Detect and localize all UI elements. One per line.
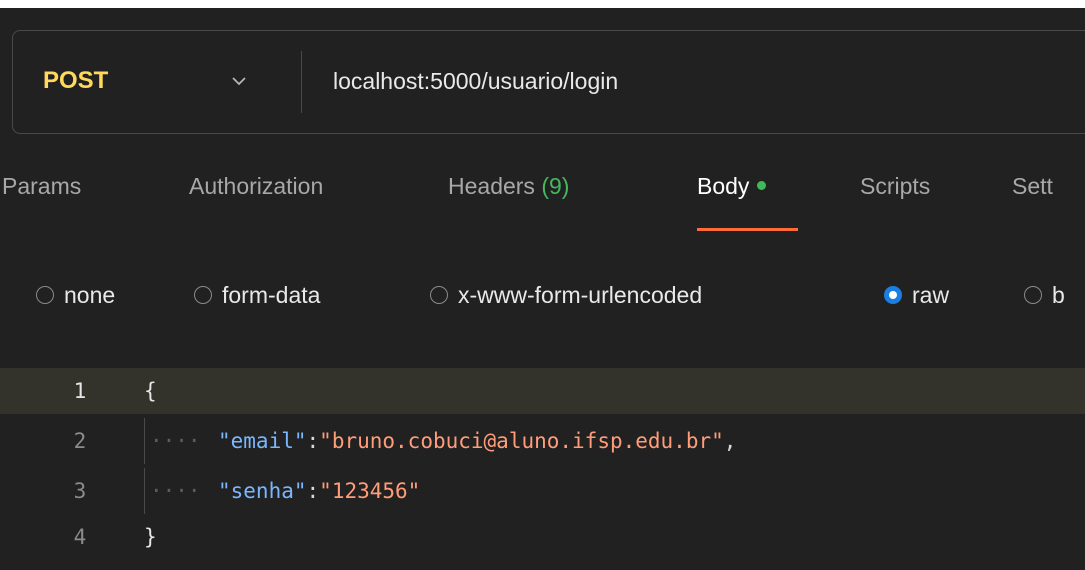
tab-body-label: Body — [697, 173, 750, 199]
code-line: 2 ···· "email":"bruno.cobuci@aluno.ifsp.… — [0, 418, 1085, 464]
whitespace-marker: ···· — [150, 429, 201, 453]
json-comma: , — [723, 429, 737, 453]
body-type-radio-group: none form-data x-www-form-urlencoded raw… — [0, 280, 1085, 312]
json-close-brace: } — [144, 525, 157, 549]
json-string-value: "bruno.cobuci@aluno.ifsp.edu.br" — [319, 429, 724, 453]
code-line: 1 { — [0, 368, 1085, 414]
line-number: 2 — [73, 429, 87, 453]
tab-scripts-label: Scripts — [860, 173, 931, 199]
radio-form-data-circle — [194, 286, 212, 304]
line-number: 3 — [73, 479, 87, 503]
green-dot-icon — [757, 181, 767, 191]
indent-guide — [144, 468, 145, 514]
radio-raw-circle — [884, 286, 902, 304]
tab-params-label: Params — [2, 173, 82, 199]
tab-body[interactable]: Body — [697, 172, 767, 200]
url-input[interactable] — [333, 65, 1073, 97]
json-open-brace: { — [144, 379, 157, 403]
method-url-divider — [301, 51, 302, 113]
radio-raw-label: raw — [912, 282, 950, 308]
json-string-value: "123456" — [319, 479, 421, 503]
request-tabs: Params Authorization Headers (9) Body Sc… — [0, 172, 1085, 232]
json-key: "email" — [218, 429, 307, 453]
tab-params[interactable]: Params — [2, 172, 81, 200]
tab-headers-count: (9) — [541, 173, 570, 199]
line-code: } — [144, 524, 157, 550]
tab-settings[interactable]: Sett — [1012, 172, 1053, 200]
line-code: { — [144, 378, 157, 404]
request-bar: POST — [12, 30, 1085, 134]
radio-none-label: none — [64, 282, 116, 308]
radio-none-circle — [36, 286, 54, 304]
radio-binary-circle — [1024, 286, 1042, 304]
json-colon: : — [306, 429, 320, 453]
tab-scripts[interactable]: Scripts — [860, 172, 930, 200]
postman-request-panel: POST Params Authorization Headers (9) Bo… — [0, 8, 1085, 570]
line-code: "senha":"123456" — [218, 478, 420, 504]
tab-headers[interactable]: Headers (9) — [448, 172, 569, 200]
radio-x-www-form-urlencoded-circle — [430, 286, 448, 304]
tab-authorization-label: Authorization — [189, 173, 324, 199]
radio-binary-label: b — [1052, 282, 1065, 308]
radio-form-data-label: form-data — [222, 282, 321, 308]
indent-guide — [144, 418, 145, 464]
tab-authorization[interactable]: Authorization — [189, 172, 323, 200]
code-line: 4 } — [0, 514, 1085, 560]
chevron-down-icon — [232, 77, 246, 86]
code-line: 3 ···· "senha":"123456" — [0, 468, 1085, 514]
method-select[interactable]: POST — [13, 31, 301, 133]
tab-headers-label: Headers — [448, 173, 535, 199]
tab-settings-label: Sett — [1012, 173, 1053, 199]
line-number: 1 — [73, 379, 87, 403]
line-code: "email":"bruno.cobuci@aluno.ifsp.edu.br"… — [218, 428, 736, 454]
body-code-editor[interactable]: 1 { 2 ···· "email":"bruno.cobuci@aluno.i… — [0, 368, 1085, 570]
active-tab-underline — [697, 228, 798, 231]
method-label: POST — [43, 67, 109, 94]
json-key: "senha" — [218, 479, 307, 503]
json-colon: : — [306, 479, 320, 503]
line-number: 4 — [73, 525, 87, 549]
whitespace-marker: ···· — [150, 479, 201, 503]
radio-x-www-form-urlencoded-label: x-www-form-urlencoded — [458, 282, 703, 308]
